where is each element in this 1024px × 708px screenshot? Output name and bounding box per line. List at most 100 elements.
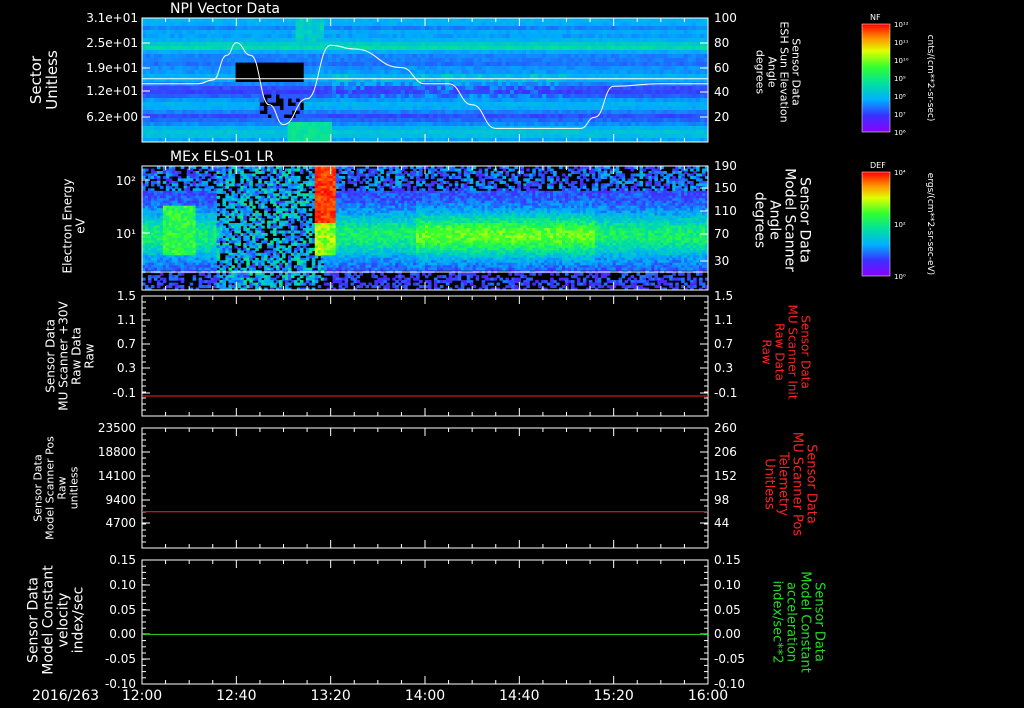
- panel-3-right-ylabel: MU Scanner Init: [786, 304, 800, 399]
- colorbar-0: [861, 23, 891, 133]
- panel-2-ytick: 10²: [116, 174, 136, 188]
- panel-1-right-ylabel: degrees: [754, 50, 767, 95]
- panel-1-right-ytick: 80: [714, 36, 729, 50]
- panel-5-right-ylabel: acceleration: [784, 582, 799, 662]
- figure-canvas: 3.1e+01 2.5e+01 1.9e+01 1.2e+01 6.2e+00 100 80…: [26, 1, 936, 704]
- time-tick-label: 15:20: [593, 688, 633, 704]
- panel-2-right-ytick: 70: [714, 227, 729, 241]
- els-heatmap: [142, 166, 708, 290]
- panel-5-right-ylabel: Model Constant: [798, 571, 813, 673]
- colorbar-0-tick: 10⁹: [894, 75, 906, 83]
- panel-5-ytick: -0.05: [105, 652, 136, 666]
- panel-2-ytick: 10¹: [116, 227, 136, 241]
- colorbar-1-label: DEF: [870, 161, 886, 170]
- colorbar-0-units: cnts/(cm**2-sr-sec): [925, 35, 935, 122]
- panel-3-ylabel: Raw: [83, 343, 97, 368]
- colorbar-1-tick: 10⁴: [894, 169, 906, 177]
- panel-3-ytick: 1.1: [117, 313, 136, 327]
- panel-5-right-ytick: 0.10: [714, 578, 741, 592]
- panel-5-right-ytick: 0.15: [714, 553, 741, 567]
- panel-5-ylabel: Model Constant: [41, 565, 57, 675]
- panel-3-ylabel: MU Scanner +30V: [57, 301, 71, 411]
- panel-4-ytick: 4700: [105, 516, 136, 530]
- panel-5-ylabel: Sensor Data: [26, 577, 42, 663]
- colorbar-0-tick: 10¹²: [894, 21, 909, 29]
- panel-2-right-ylabel: degrees: [752, 192, 768, 248]
- panel-3-right-ytick: 1.5: [714, 289, 733, 303]
- colorbar-0-tick: 10⁷: [894, 111, 906, 119]
- panel-2-right-ytick: 110: [714, 204, 737, 218]
- panel-1-right-ytick: 60: [714, 61, 729, 75]
- panel-2-ylabel: eV: [74, 217, 88, 233]
- panel-5-ylabel: index/sec: [71, 587, 87, 654]
- panel-4-right-ylabel: Sensor Data: [804, 444, 819, 524]
- panel-3-ytick: 0.3: [117, 361, 136, 375]
- panel-1-ytick: 6.2e+00: [86, 110, 138, 124]
- panel-5-ytick: 0.00: [109, 627, 136, 641]
- colorbar-1: [861, 171, 891, 277]
- colorbar-1-units: ergs/(cm**2-sr-sec-eV): [925, 173, 935, 275]
- panel-3-right-ylabel: Sensor Data: [799, 315, 813, 389]
- panel-2-right-ylabel: Angle: [767, 200, 783, 240]
- panel-3-right-ylabel: Raw Data: [773, 323, 787, 381]
- panel-1-ylabel: Unitless: [43, 50, 61, 110]
- time-tick-label: 14:40: [499, 688, 539, 704]
- panel-2-right-ytick: 150: [714, 181, 737, 195]
- panel-1-right-ytick: 20: [714, 110, 729, 124]
- time-tick-label: 14:00: [405, 688, 445, 704]
- colorbar-0-tick: 10⁸: [894, 93, 906, 101]
- panel-1-right-ytick: 40: [714, 85, 729, 99]
- panel-1-ytick: 1.2e+01: [86, 84, 138, 98]
- panel-4-ytick: 14100: [98, 469, 136, 483]
- panel-2-ylabel: Electron Energy: [61, 178, 75, 273]
- panel-5-ylabel: velocity: [56, 593, 72, 648]
- panel-5-ytick: 0.10: [109, 578, 136, 592]
- panel-4-right-ytick: 260: [714, 421, 737, 435]
- panel-5-frame: [141, 559, 709, 685]
- panel-3-right-ytick: 1.1: [714, 313, 733, 327]
- panel-2-right-ytick: 190: [714, 159, 737, 173]
- panel-3-frame: [141, 295, 709, 417]
- panel-4-right-ytick: 44: [714, 516, 729, 530]
- panel-4-ytick: 9400: [105, 493, 136, 507]
- panel-4-frame: [141, 427, 709, 549]
- panel-1-right-ytick: 100: [714, 11, 737, 25]
- panel-4-right-ytick: 98: [714, 493, 729, 507]
- panel-5-ytick: 0.15: [109, 553, 136, 567]
- npi-heatmap: [142, 18, 708, 142]
- panel-4-right-ylabel: Unitless: [762, 458, 777, 510]
- panel-3-right-ytick: 0.7: [714, 337, 733, 351]
- panel-1-ytick: 3.1e+01: [86, 11, 138, 25]
- panel-3-ylabel: Sensor Data: [44, 319, 58, 393]
- panel-4-ytick: 18800: [98, 445, 136, 459]
- date-label: 2016/263: [32, 688, 99, 704]
- panel-2-right-ytick: 30: [714, 254, 729, 268]
- panel-3-ytick: 0.7: [117, 337, 136, 351]
- panel-3-ytick: -0.1: [113, 386, 136, 400]
- panel-4-right-ylabel: Telemetry: [776, 451, 791, 516]
- panel-2-right-ylabel: Sensor Data: [797, 177, 813, 263]
- panel-1-ytick: 2.5e+01: [86, 36, 138, 50]
- panel-5-ytick: 0.05: [109, 603, 136, 617]
- panel-3-right-ytick: -0.1: [714, 386, 737, 400]
- panel-5-right-ylabel: Sensor Data: [812, 582, 827, 662]
- panel-4-right-ylabel: MU Scanner Pos: [790, 432, 805, 537]
- colorbar-1-tick: 10²: [894, 221, 906, 229]
- panel-3-right-ytick: 0.3: [714, 361, 733, 375]
- tplot-figure: 3.1e+01 2.5e+01 1.9e+01 1.2e+01 6.2e+00 100 80…: [0, 0, 1024, 708]
- time-tick-label: 12:00: [122, 688, 162, 704]
- time-tick-label: 12:40: [216, 688, 256, 704]
- panel-5-right-ytick: 0.00: [714, 627, 741, 641]
- panel-3-right-ylabel: Raw: [760, 339, 774, 364]
- panel-5-right-ylabel: index/sec**2: [770, 580, 785, 663]
- colorbar-1-tick: 10⁰: [894, 273, 906, 281]
- panel-4-ytick: 23500: [98, 421, 136, 435]
- panel-4-right-ytick: 206: [714, 445, 737, 459]
- panel-1-title: NPI Vector Data: [170, 1, 280, 17]
- panel-5-right-ytick: 0.05: [714, 603, 741, 617]
- panel-1-ytick: 1.9e+01: [86, 61, 138, 75]
- colorbar-0-tick: 10¹⁰: [894, 57, 909, 65]
- colorbar-0-label: NF: [870, 13, 881, 22]
- time-tick-label: 16:00: [688, 688, 728, 704]
- panel-5-right-ytick: -0.05: [714, 652, 745, 666]
